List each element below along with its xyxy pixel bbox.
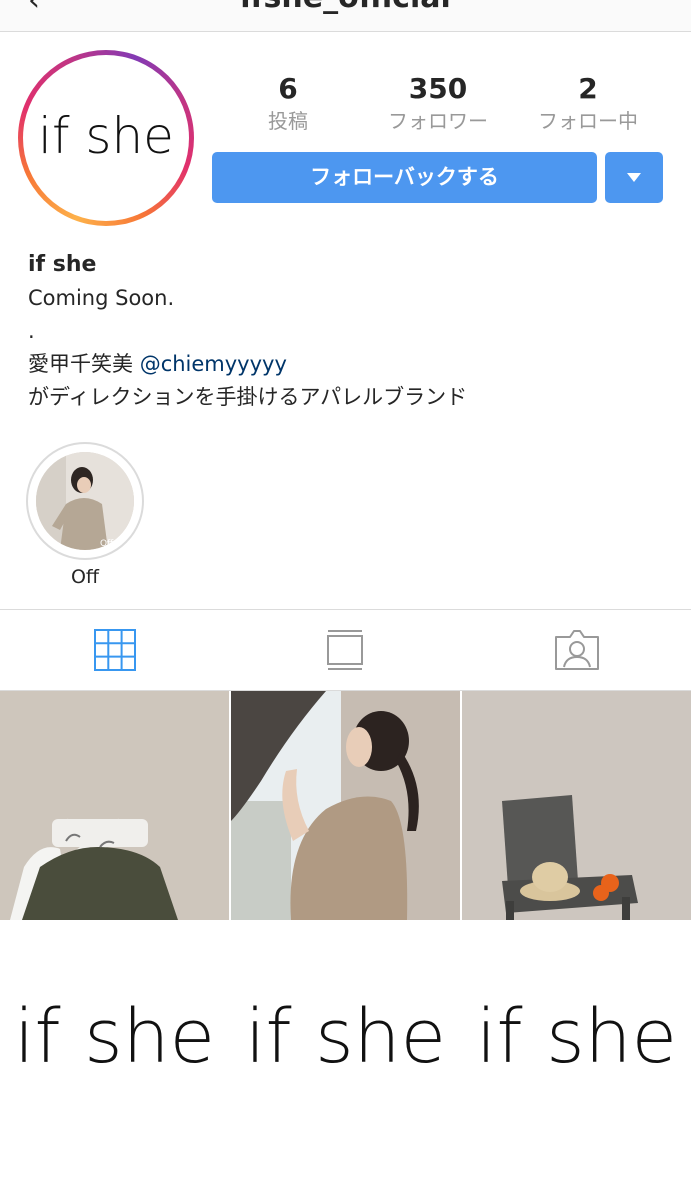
- post-thumbnail-6[interactable]: if she: [462, 922, 691, 1151]
- bio-line-4: がディレクションを手掛けるアパレルブランド: [28, 385, 468, 409]
- profile-avatar[interactable]: if she: [18, 50, 194, 226]
- tab-grid[interactable]: [0, 610, 230, 690]
- post-thumbnail-3[interactable]: [462, 691, 691, 920]
- profile-display-name: if she: [28, 252, 97, 277]
- bio-line-2: .: [28, 319, 35, 343]
- feed-icon: [327, 630, 363, 670]
- highlight-label: Off: [70, 566, 100, 588]
- mention-link[interactable]: @chiemyyyyy: [140, 352, 287, 376]
- stat-posts[interactable]: 6 投稿: [213, 70, 363, 134]
- stat-followers-label: フォロワー: [388, 109, 488, 133]
- tagged-icon: [555, 630, 599, 670]
- post-grid: if she if she if she: [0, 691, 691, 1200]
- bio-line-3: 愛甲千笑美 @chiemyyyyy: [28, 348, 668, 381]
- stat-followers[interactable]: 350 フォロワー: [363, 70, 513, 134]
- profile-username-title: ifshe_official: [0, 0, 691, 15]
- tab-tagged[interactable]: [460, 610, 690, 690]
- post-logo-text: if she: [13, 994, 216, 1080]
- post-thumbnail-1[interactable]: [0, 691, 229, 920]
- highlight-cover-image: Off: [36, 452, 134, 550]
- stat-posts-label: 投稿: [268, 109, 308, 133]
- tab-feed[interactable]: [230, 610, 460, 690]
- stat-posts-count: 6: [278, 72, 298, 105]
- profile-stats: 6 投稿 350 フォロワー 2 フォロー中: [213, 70, 673, 140]
- avatar-logo-text: if she: [38, 107, 174, 165]
- bio-line-1: Coming Soon.: [28, 286, 175, 310]
- stat-followers-count: 350: [408, 72, 468, 105]
- story-highlight-off[interactable]: Off: [26, 442, 144, 560]
- avatar-image: if she: [23, 55, 189, 221]
- stat-following-count: 2: [578, 72, 598, 105]
- stat-following-label: フォロー中: [538, 109, 638, 133]
- profile-bio: if she Coming Soon. . 愛甲千笑美 @chiemyyyyy …: [28, 248, 668, 414]
- suggestions-dropdown-button[interactable]: [605, 152, 663, 203]
- post-logo-text: if she: [244, 994, 447, 1080]
- profile-tab-bar: [0, 609, 691, 691]
- caret-down-icon: [627, 173, 641, 182]
- top-nav-bar: ‹ ifshe_official: [0, 0, 691, 32]
- post-thumbnail-5[interactable]: if she: [231, 922, 460, 1151]
- post-logo-text: if she: [475, 994, 678, 1080]
- follow-back-button[interactable]: フォローバックする: [212, 152, 597, 203]
- svg-text:Off: Off: [100, 539, 114, 549]
- stat-following[interactable]: 2 フォロー中: [513, 70, 663, 134]
- bio-line-3-text: 愛甲千笑美: [28, 352, 140, 376]
- grid-icon: [94, 629, 136, 671]
- post-thumbnail-2[interactable]: [231, 691, 460, 920]
- post-thumbnail-4[interactable]: if she: [0, 922, 229, 1151]
